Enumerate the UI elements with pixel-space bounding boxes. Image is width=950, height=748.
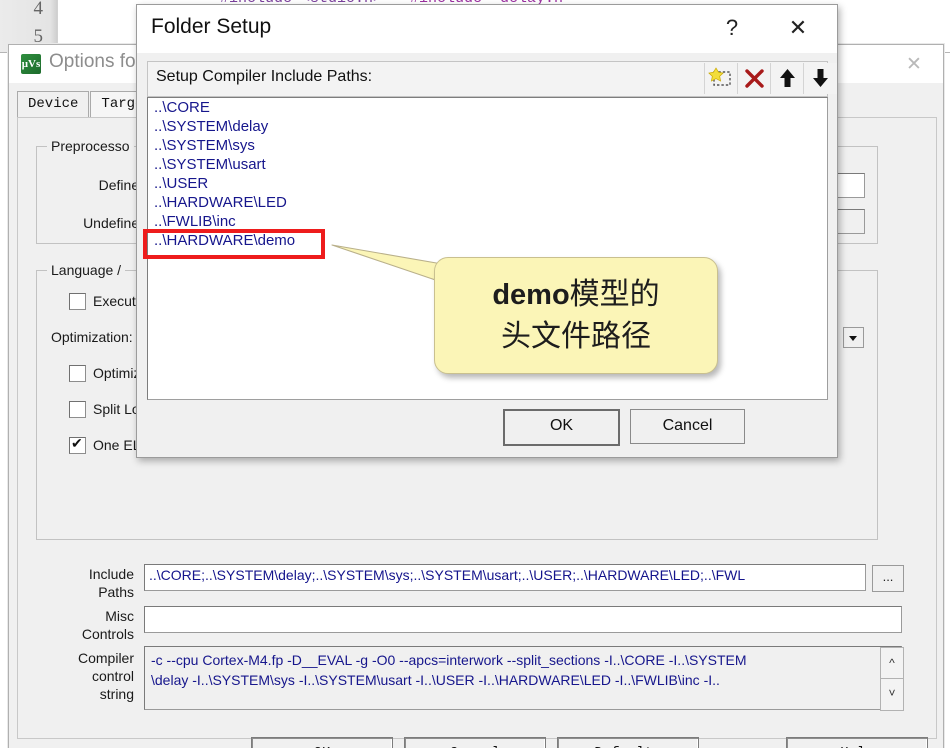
list-item[interactable]: ..\SYSTEM\sys xyxy=(148,136,827,155)
include-paths-browse-button[interactable]: ... xyxy=(872,565,904,592)
arrow-up-glyph xyxy=(780,69,795,87)
new-folder-glyph xyxy=(708,67,731,86)
ok-button[interactable]: OK xyxy=(251,737,393,748)
list-item[interactable]: ..\SYSTEM\usart xyxy=(148,155,827,174)
callout-line-2: 头文件路径 xyxy=(501,320,651,353)
execute-only-checkbox[interactable] xyxy=(69,293,86,310)
new-folder-icon[interactable] xyxy=(704,63,738,94)
arrow-down-glyph xyxy=(813,69,828,87)
chevron-down-icon[interactable]: ˅ xyxy=(880,678,904,711)
callout-bubble: demo模型的 头文件路径 xyxy=(434,257,718,374)
defaults-button[interactable]: Defaults xyxy=(557,737,699,748)
arrow-up-icon[interactable] xyxy=(770,63,804,94)
optimize-checkbox[interactable] xyxy=(69,365,86,382)
list-item[interactable]: ..\SYSTEM\delay xyxy=(148,117,827,136)
list-item[interactable]: ..\CORE xyxy=(148,98,827,117)
folder-setup-toolbar-label: Setup Compiler Include Paths: xyxy=(156,68,373,85)
help-button[interactable]: Help xyxy=(786,737,928,748)
folder-setup-cancel-button[interactable]: Cancel xyxy=(630,409,745,444)
callout-line-1: demo模型的 xyxy=(435,274,717,316)
misc-controls-label-line2: Controls xyxy=(81,626,134,642)
folder-setup-ok-button[interactable]: OK xyxy=(503,409,620,446)
undefine-label: Undefine: xyxy=(83,215,143,231)
arrow-down-icon[interactable] xyxy=(803,63,837,94)
split-load-checkbox[interactable] xyxy=(69,401,86,418)
include-paths-field[interactable]: ..\CORE;..\SYSTEM\delay;..\SYSTEM\sys;..… xyxy=(144,564,866,591)
list-item[interactable]: ..\USER xyxy=(148,174,827,193)
compiler-string-label-line3: string xyxy=(99,686,134,702)
list-item[interactable]: ..\HARDWARE\LED xyxy=(148,193,827,212)
compiler-string-line-2: \delay -I..\SYSTEM\sys -I..\SYSTEM\usart… xyxy=(151,672,720,688)
keil-uvision-icon: μVs xyxy=(21,54,41,74)
folder-setup-title-bar: Folder Setup ? ✕ xyxy=(137,5,837,54)
red-x-glyph xyxy=(745,69,764,88)
folder-setup-toolbar: Setup Compiler Include Paths: xyxy=(147,61,837,97)
callout-bold-demo: demo xyxy=(492,279,570,311)
language-group-label: Language / xyxy=(47,262,126,278)
preprocessor-group-label: Preprocesso xyxy=(47,138,134,154)
options-dialog-title: Options for xyxy=(49,51,142,72)
close-icon[interactable]: ✕ xyxy=(903,54,925,76)
delete-x-icon[interactable] xyxy=(737,63,771,94)
question-mark-icon[interactable]: ? xyxy=(715,13,749,43)
optimization-label: Optimization: xyxy=(51,329,133,345)
misc-controls-field[interactable] xyxy=(144,606,902,633)
close-icon[interactable]: ✕ xyxy=(781,13,815,43)
compiler-string-label-line2: control xyxy=(91,668,134,684)
chevron-up-icon[interactable]: ^ xyxy=(880,647,904,679)
callout-line-1-rest: 模型的 xyxy=(569,278,660,311)
optimization-dropdown-arrow[interactable] xyxy=(843,327,864,348)
misc-controls-label-line1: Misc xyxy=(105,608,134,624)
compiler-string-line-1: -c --cpu Cortex-M4.fp -D__EVAL -g -O0 --… xyxy=(151,652,747,668)
define-label: Define: xyxy=(98,177,143,193)
compiler-string-label-line1: Compiler xyxy=(77,650,134,666)
one-elf-checkbox[interactable] xyxy=(69,435,86,454)
compiler-control-string-field[interactable]: -c --cpu Cortex-M4.fp -D__EVAL -g -O0 --… xyxy=(144,646,902,710)
include-paths-label-line2: Paths xyxy=(98,584,134,600)
tab-device[interactable]: Device xyxy=(17,91,90,117)
options-tab-strip: Device Targe xyxy=(17,91,155,117)
screenshot-root: 4 5 #include <stdio.h> #include "delay.h… xyxy=(0,0,950,748)
cancel-button[interactable]: Cancel xyxy=(404,737,546,748)
folder-setup-title: Folder Setup xyxy=(151,15,272,38)
include-paths-label-line1: Include xyxy=(88,566,134,582)
red-highlight-box xyxy=(143,229,325,259)
line-number: 4 xyxy=(33,0,44,19)
